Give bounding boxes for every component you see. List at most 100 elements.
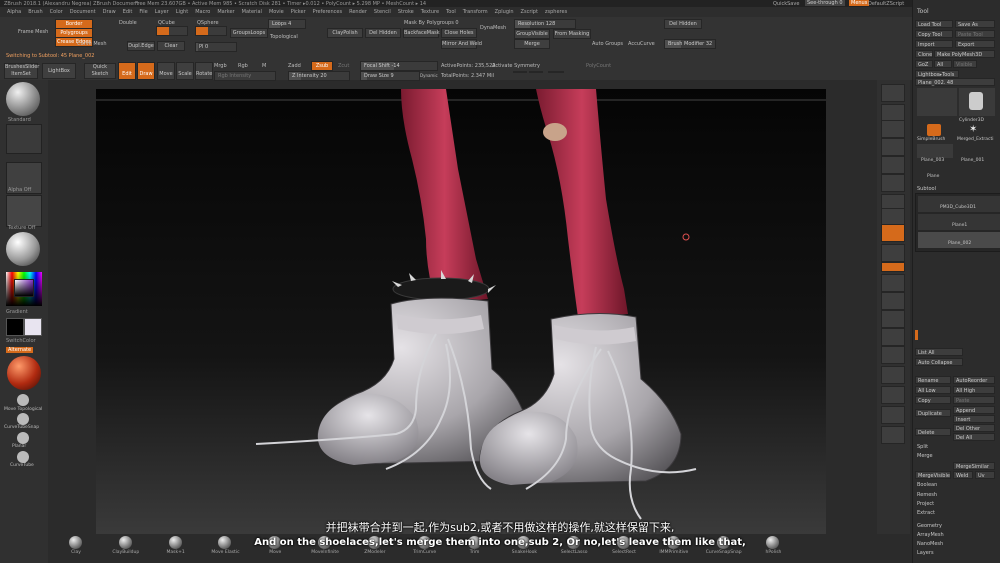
tool-thumb-plane003[interactable]: [917, 144, 953, 158]
menu-preferences[interactable]: Preferences: [313, 9, 342, 15]
make-polymesh-button[interactable]: Make PolyMesh3D: [934, 50, 995, 58]
texture-thumbnail[interactable]: [6, 195, 42, 227]
aahalf-button[interactable]: [881, 174, 905, 192]
material-sphere[interactable]: [7, 356, 41, 390]
tool-thumb-cylinder3d[interactable]: [959, 88, 995, 116]
symmetry-y-button[interactable]: [529, 71, 543, 73]
dynamesh-button[interactable]: DynaMesh: [480, 25, 506, 31]
focal-shift-slider[interactable]: Focal Shift -14: [360, 61, 438, 71]
z-intensity-slider[interactable]: Z Intensity 20: [288, 71, 350, 81]
menu-render[interactable]: Render: [349, 9, 367, 15]
auto-collapse-button[interactable]: Auto Collapse: [915, 358, 963, 366]
mask-by-polygroups-slider[interactable]: Mask By Polygroups 0: [404, 20, 459, 26]
zcut-button[interactable]: Zcut: [338, 63, 349, 69]
merge-similar-button[interactable]: MergeSimilar: [953, 462, 995, 470]
draw-button[interactable]: Draw: [137, 62, 155, 80]
switch-color-button[interactable]: SwitchColor: [6, 338, 36, 344]
bpr-button[interactable]: [881, 84, 905, 102]
del-other-button[interactable]: Del Other: [953, 424, 995, 432]
menu-layer[interactable]: Layer: [155, 9, 169, 15]
merge-section[interactable]: Merge: [917, 453, 933, 459]
menu-light[interactable]: Light: [176, 9, 188, 15]
lightbox-button[interactable]: LightBox: [42, 63, 76, 79]
zadd-button[interactable]: Zadd: [288, 63, 301, 69]
local-button[interactable]: [881, 224, 905, 242]
lsym-button[interactable]: [881, 244, 905, 262]
clear-button[interactable]: Clear: [157, 41, 185, 51]
rotate-view-button[interactable]: [881, 328, 905, 346]
alternate-button[interactable]: Alternate: [6, 347, 34, 353]
seethrough-slider[interactable]: See-through 0: [805, 0, 845, 6]
brush-modifier-slider[interactable]: Brush Modifier 32: [664, 39, 716, 49]
backface-mask-button[interactable]: BackfaceMask: [403, 28, 440, 38]
color-picker[interactable]: [6, 272, 42, 306]
ghost-button[interactable]: [881, 386, 905, 404]
layers-section[interactable]: Layers: [917, 550, 934, 556]
clone-button[interactable]: Clone: [915, 50, 933, 58]
visible-button[interactable]: Visible: [953, 60, 977, 68]
menu-file[interactable]: File: [139, 9, 147, 15]
del-hidden-button-2[interactable]: Del Hidden: [664, 19, 702, 29]
claypolish-button[interactable]: ClayPolish: [327, 28, 363, 38]
del-all-button[interactable]: Del All: [953, 433, 995, 441]
resolution-slider[interactable]: Resolution 128: [514, 19, 576, 29]
move-view-button[interactable]: [881, 292, 905, 310]
menu-alpha[interactable]: Alpha: [7, 9, 21, 15]
menu-zspheres[interactable]: zspheres: [545, 9, 567, 15]
line-fill-button[interactable]: [881, 346, 905, 364]
menu-zscript[interactable]: Zscript: [521, 9, 538, 15]
dynamic-toggle[interactable]: Dynamic: [420, 73, 438, 78]
viewport-canvas[interactable]: [96, 89, 826, 534]
subtool-scrollbar[interactable]: [915, 330, 918, 340]
from-masking-button[interactable]: From Masking: [553, 29, 591, 39]
planar-icon[interactable]: [17, 432, 29, 444]
boolean-section[interactable]: Boolean: [917, 482, 937, 488]
rename-button[interactable]: Rename: [915, 376, 951, 384]
save-as-button[interactable]: Save As: [955, 20, 995, 28]
menus-toggle[interactable]: Menus: [849, 0, 870, 6]
menu-tool[interactable]: Tool: [446, 9, 456, 15]
subtool-row-plane1[interactable]: Plane1: [918, 214, 1000, 230]
menu-edit[interactable]: Edit: [123, 9, 133, 15]
m-button[interactable]: M: [262, 63, 266, 69]
edit-button[interactable]: Edit: [118, 62, 136, 80]
groupsloops-button[interactable]: GroupsLoops: [230, 28, 268, 38]
auto-reorder-button[interactable]: AutoReorder: [953, 376, 995, 384]
move-topological-icon[interactable]: [17, 394, 29, 406]
frame-mesh-button[interactable]: Frame Mesh: [18, 29, 48, 35]
frame-button[interactable]: [881, 274, 905, 292]
polymesh3d-icon[interactable]: ✶: [969, 124, 977, 135]
symmetry-x-button[interactable]: [513, 71, 527, 73]
draw-size-slider[interactable]: Draw Size 9: [360, 71, 420, 81]
curve-mesh-button[interactable]: Curve Mesh: [77, 41, 107, 47]
import-button[interactable]: Import: [915, 40, 953, 48]
dupl-edge-button[interactable]: Dupl.Edge: [127, 41, 155, 51]
activate-symmetry-button[interactable]: Activate Symmetry: [492, 63, 540, 69]
quick-sketch-button[interactable]: Quick Sketch: [84, 63, 116, 79]
all-button[interactable]: All: [934, 60, 952, 68]
double-button[interactable]: Double: [119, 20, 137, 26]
copy-subtool-button[interactable]: Copy: [915, 396, 951, 404]
menu-color[interactable]: Color: [50, 9, 63, 15]
polish-slider[interactable]: Pl 0: [195, 42, 237, 52]
merge-visible-button[interactable]: MergeVisible: [915, 471, 951, 479]
group-visible-button[interactable]: GroupVisible: [514, 29, 550, 39]
curvetube-icon[interactable]: [17, 451, 29, 463]
paste-tool-button[interactable]: Paste Tool: [955, 30, 995, 38]
append-button[interactable]: Append: [953, 406, 995, 414]
zoom-button[interactable]: [881, 138, 905, 156]
menu-texture[interactable]: Texture: [421, 9, 439, 15]
accucurve-button[interactable]: AccuCurve: [628, 41, 655, 47]
uv-button[interactable]: Uv: [975, 471, 995, 479]
project-section[interactable]: Project: [917, 501, 934, 507]
weld-button[interactable]: Weld: [953, 471, 973, 479]
mirror-and-weld-button[interactable]: Mirror And Weld: [441, 39, 482, 49]
actual-button[interactable]: [881, 156, 905, 174]
menu-picker[interactable]: Picker: [291, 9, 306, 15]
move-mode-button[interactable]: Move: [157, 62, 175, 80]
del-hidden-button[interactable]: Del Hidden: [365, 28, 401, 38]
menu-document[interactable]: Document: [70, 9, 96, 15]
split-section[interactable]: Split: [917, 444, 928, 450]
close-holes-button[interactable]: Close Holes: [441, 28, 477, 38]
menu-stencil[interactable]: Stencil: [374, 9, 391, 15]
